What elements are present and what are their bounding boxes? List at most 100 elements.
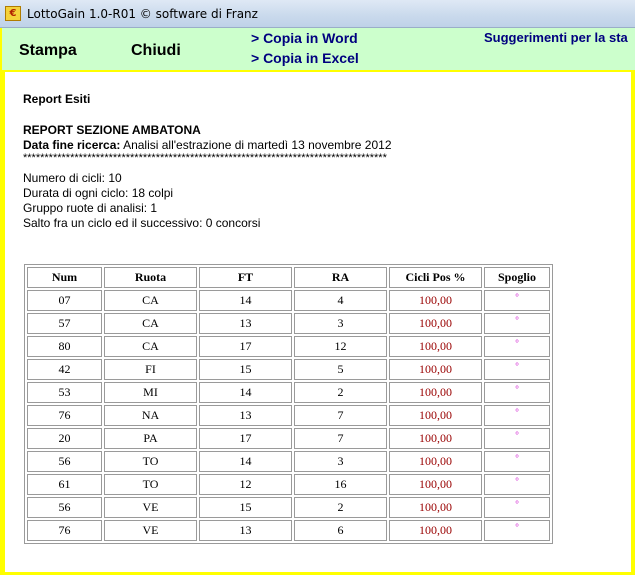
stampa-button[interactable]: Stampa	[19, 42, 77, 60]
cell-ruota: VE	[104, 520, 197, 541]
cell-spoglio[interactable]: °	[484, 313, 550, 334]
spoglio-link[interactable]: °	[515, 338, 519, 348]
cell-ra: 3	[294, 451, 387, 472]
cell-ra: 7	[294, 405, 387, 426]
cell-spoglio[interactable]: °	[484, 451, 550, 472]
spoglio-link[interactable]: °	[515, 476, 519, 486]
cell-cicli-pos: 100,00	[389, 359, 482, 380]
cell-cicli-pos: 100,00	[389, 290, 482, 311]
spoglio-link[interactable]: °	[515, 522, 519, 532]
table-row: 07 CA 14 4 100,00 °	[27, 290, 550, 311]
table-row: 76 VE 13 6 100,00 °	[27, 520, 550, 541]
cell-spoglio[interactable]: °	[484, 336, 550, 357]
params-block: Numero di cicli: 10 Durata di ogni ciclo…	[23, 171, 260, 231]
data-fine-value: Analisi all'estrazione di martedì 13 nov…	[120, 138, 392, 152]
cell-ruota: FI	[104, 359, 197, 380]
spoglio-link[interactable]: °	[515, 453, 519, 463]
spoglio-link[interactable]: °	[515, 499, 519, 509]
cell-spoglio[interactable]: °	[484, 290, 550, 311]
table-row: 76 NA 13 7 100,00 °	[27, 405, 550, 426]
table-row: 56 VE 15 2 100,00 °	[27, 497, 550, 518]
param-gruppo-ruote: Gruppo ruote di analisi: 1	[23, 201, 158, 215]
cell-ft: 14	[199, 290, 292, 311]
cell-ruota: NA	[104, 405, 197, 426]
toolbar: Stampa Chiudi > Copia in Word > Copia in…	[2, 28, 635, 70]
cell-ft: 13	[199, 313, 292, 334]
report-heading: Report Esiti	[23, 92, 91, 106]
cell-num: 56	[27, 451, 102, 472]
cell-cicli-pos: 100,00	[389, 497, 482, 518]
spoglio-link[interactable]: °	[515, 361, 519, 371]
cell-num: 80	[27, 336, 102, 357]
cell-spoglio[interactable]: °	[484, 359, 550, 380]
cell-cicli-pos: 100,00	[389, 382, 482, 403]
cell-ra: 3	[294, 313, 387, 334]
spoglio-link[interactable]: °	[515, 430, 519, 440]
cell-ruota: CA	[104, 313, 197, 334]
cell-spoglio[interactable]: °	[484, 405, 550, 426]
cell-num: 57	[27, 313, 102, 334]
results-table: Num Ruota FT RA Cicli Pos % Spoglio 07 C…	[24, 264, 553, 544]
cell-ra: 16	[294, 474, 387, 495]
cell-spoglio[interactable]: °	[484, 497, 550, 518]
lottogain-app-icon[interactable]: €	[5, 6, 21, 21]
param-numero-cicli: Numero di cicli: 10	[23, 171, 122, 185]
cell-spoglio[interactable]: °	[484, 382, 550, 403]
cell-spoglio[interactable]: °	[484, 520, 550, 541]
cell-ra: 2	[294, 497, 387, 518]
spoglio-link[interactable]: °	[515, 292, 519, 302]
table-body: 07 CA 14 4 100,00 ° 57 CA 13 3 100,00 ° …	[27, 290, 550, 541]
cell-cicli-pos: 100,00	[389, 336, 482, 357]
cell-cicli-pos: 100,00	[389, 474, 482, 495]
separator-line: ****************************************…	[23, 153, 387, 164]
header-spoglio: Spoglio	[484, 267, 550, 288]
cell-num: 53	[27, 382, 102, 403]
header-ra: RA	[294, 267, 387, 288]
cell-spoglio[interactable]: °	[484, 474, 550, 495]
cell-ft: 13	[199, 520, 292, 541]
suggerimenti-link[interactable]: Suggerimenti per la sta	[484, 30, 628, 45]
cell-num: 56	[27, 497, 102, 518]
header-cicli-pos: Cicli Pos %	[389, 267, 482, 288]
window-title: LottoGain 1.0-R01 © software di Franz	[27, 7, 258, 21]
cell-ruota: TO	[104, 451, 197, 472]
table-row: 61 TO 12 16 100,00 °	[27, 474, 550, 495]
spoglio-link[interactable]: °	[515, 407, 519, 417]
cell-ruota: PA	[104, 428, 197, 449]
table-row: 53 MI 14 2 100,00 °	[27, 382, 550, 403]
cell-ra: 4	[294, 290, 387, 311]
title-bar: € LottoGain 1.0-R01 © software di Franz	[0, 0, 635, 28]
cell-cicli-pos: 100,00	[389, 313, 482, 334]
copia-in-excel-link[interactable]: > Copia in Excel	[251, 50, 359, 66]
cell-cicli-pos: 100,00	[389, 520, 482, 541]
cell-cicli-pos: 100,00	[389, 405, 482, 426]
cell-ft: 17	[199, 336, 292, 357]
data-fine-line: Data fine ricerca: Analisi all'estrazion…	[23, 138, 433, 153]
cell-ra: 7	[294, 428, 387, 449]
table-row: 56 TO 14 3 100,00 °	[27, 451, 550, 472]
cell-ft: 12	[199, 474, 292, 495]
table-row: 42 FI 15 5 100,00 °	[27, 359, 550, 380]
chiudi-button[interactable]: Chiudi	[131, 42, 181, 60]
cell-num: 20	[27, 428, 102, 449]
cell-cicli-pos: 100,00	[389, 428, 482, 449]
header-ft: FT	[199, 267, 292, 288]
cell-ft: 17	[199, 428, 292, 449]
data-fine-label: Data fine ricerca:	[23, 138, 121, 152]
cell-ra: 6	[294, 520, 387, 541]
cell-ft: 15	[199, 359, 292, 380]
copia-in-word-link[interactable]: > Copia in Word	[251, 30, 358, 46]
cell-ra: 2	[294, 382, 387, 403]
cell-ft: 14	[199, 382, 292, 403]
cell-num: 76	[27, 520, 102, 541]
cell-ruota: MI	[104, 382, 197, 403]
spoglio-link[interactable]: °	[515, 384, 519, 394]
cell-ra: 5	[294, 359, 387, 380]
spoglio-link[interactable]: °	[515, 315, 519, 325]
section-title: REPORT SEZIONE AMBATONA	[23, 123, 201, 137]
cell-num: 42	[27, 359, 102, 380]
header-ruota: Ruota	[104, 267, 197, 288]
cell-ft: 13	[199, 405, 292, 426]
cell-spoglio[interactable]: °	[484, 428, 550, 449]
cell-ruota: CA	[104, 290, 197, 311]
